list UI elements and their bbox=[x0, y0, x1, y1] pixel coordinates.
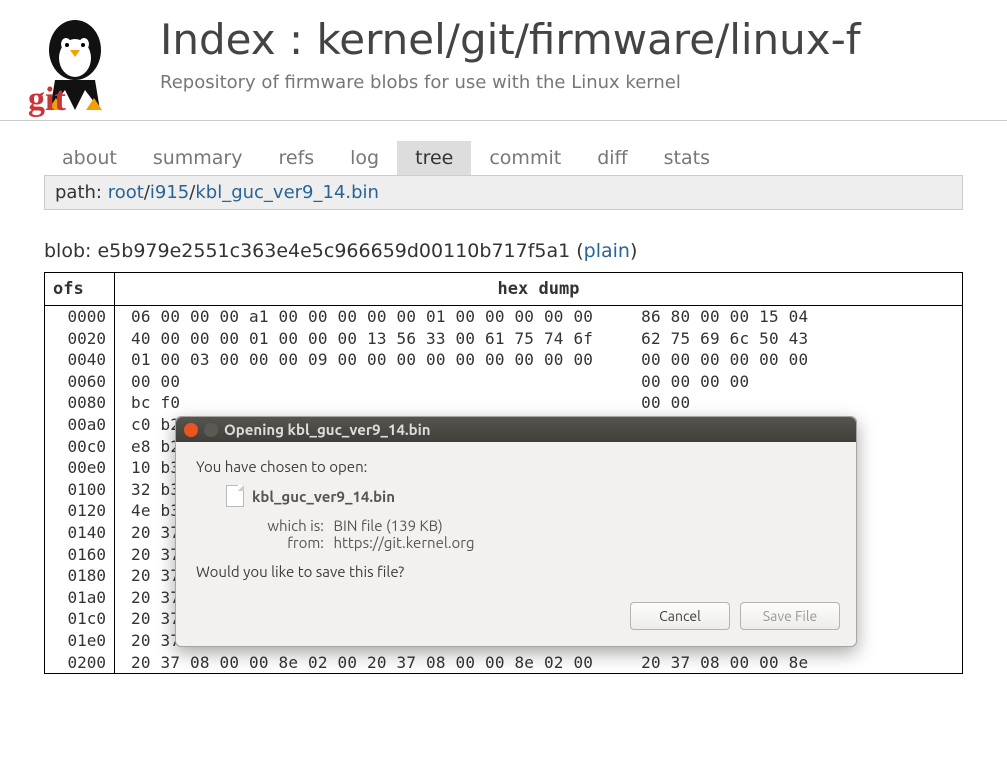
hex-offset: 01c0 bbox=[45, 608, 115, 630]
breadcrumb: path: root/i915/kbl_guc_ver9_14.bin bbox=[44, 175, 963, 210]
hex-bytes-a: bc f0 bbox=[115, 392, 601, 414]
hex-offset: 0080 bbox=[45, 392, 115, 414]
table-row: 006000 00 00 00 00 00 bbox=[45, 371, 962, 393]
hex-bytes-b: 62 75 69 6c 50 43 bbox=[601, 328, 808, 350]
save-file-button[interactable]: Save File bbox=[740, 602, 840, 630]
tab-commit[interactable]: commit bbox=[471, 141, 579, 175]
hex-bytes-b: 00 00 bbox=[601, 392, 690, 414]
git-logo: git bbox=[20, 10, 130, 120]
which-is-label: which is: bbox=[256, 517, 324, 534]
dialog-filename: kbl_guc_ver9_14.bin bbox=[252, 488, 395, 505]
col-ofs: ofs bbox=[45, 273, 115, 305]
tab-about[interactable]: about bbox=[44, 141, 135, 175]
from-value: https://git.kernel.org bbox=[333, 534, 474, 551]
hex-offset: 0200 bbox=[45, 652, 115, 674]
hex-bytes-b: 20 37 08 00 00 8e bbox=[601, 652, 808, 674]
dialog-question: Would you like to save this file? bbox=[196, 563, 836, 580]
hex-offset: 01a0 bbox=[45, 587, 115, 609]
hex-offset: 0040 bbox=[45, 349, 115, 371]
page-header: git Index : kernel/git/firmware/linux-f … bbox=[0, 0, 1007, 121]
dialog-chosen-text: You have chosen to open: bbox=[196, 458, 836, 475]
hex-bytes-b: 00 00 00 00 00 00 bbox=[601, 349, 808, 371]
tab-stats[interactable]: stats bbox=[646, 141, 728, 175]
table-row: 000006 00 00 00 a1 00 00 00 00 00 01 00 … bbox=[45, 306, 962, 328]
close-icon[interactable] bbox=[184, 423, 198, 437]
hex-offset: 0120 bbox=[45, 500, 115, 522]
hex-offset: 0180 bbox=[45, 565, 115, 587]
which-is-value: BIN file (139 KB) bbox=[333, 517, 442, 534]
hex-bytes-b: 86 80 00 00 15 04 bbox=[601, 306, 808, 328]
hex-offset: 00a0 bbox=[45, 414, 115, 436]
hex-offset: 0060 bbox=[45, 371, 115, 393]
table-row: 0080bc f0 00 00 bbox=[45, 392, 962, 414]
tab-tree[interactable]: tree bbox=[397, 141, 471, 175]
tab-diff[interactable]: diff bbox=[579, 141, 645, 175]
dialog-title-text: Opening kbl_guc_ver9_14.bin bbox=[224, 421, 431, 438]
hex-bytes-a: 40 00 00 00 01 00 00 00 13 56 33 00 61 7… bbox=[115, 328, 601, 350]
tab-log[interactable]: log bbox=[332, 141, 397, 175]
path-label: path: bbox=[55, 182, 102, 203]
table-row: 002040 00 00 00 01 00 00 00 13 56 33 00 … bbox=[45, 328, 962, 350]
path-root[interactable]: root bbox=[108, 182, 144, 203]
nav-tabs: about summary refs log tree commit diff … bbox=[0, 121, 1007, 175]
hex-offset: 0160 bbox=[45, 544, 115, 566]
blob-hash: e5b979e2551c363e4e5c966659d00110b717f5a1 bbox=[97, 240, 570, 262]
hex-offset: 00e0 bbox=[45, 457, 115, 479]
hex-bytes-b: 00 00 00 00 bbox=[601, 371, 749, 393]
svg-text:git: git bbox=[28, 81, 66, 118]
hex-offset: 00c0 bbox=[45, 436, 115, 458]
from-label: from: bbox=[256, 534, 324, 551]
hex-bytes-a: 00 00 bbox=[115, 371, 601, 393]
hex-bytes-a: 01 00 03 00 00 00 09 00 00 00 00 00 00 0… bbox=[115, 349, 601, 371]
blob-prefix: blob: bbox=[44, 240, 91, 262]
file-icon bbox=[226, 485, 244, 507]
blob-info: blob: e5b979e2551c363e4e5c966659d00110b7… bbox=[44, 240, 963, 262]
hex-offset: 0000 bbox=[45, 306, 115, 328]
table-row: 004001 00 03 00 00 00 09 00 00 00 00 00 … bbox=[45, 349, 962, 371]
tab-summary[interactable]: summary bbox=[135, 141, 261, 175]
minimize-icon[interactable] bbox=[204, 423, 218, 437]
table-row: 020020 37 08 00 00 8e 02 00 20 37 08 00 … bbox=[45, 652, 962, 674]
plain-link[interactable]: plain bbox=[584, 240, 630, 262]
hex-bytes-a: 06 00 00 00 a1 00 00 00 00 00 01 00 00 0… bbox=[115, 306, 601, 328]
tab-refs[interactable]: refs bbox=[260, 141, 332, 175]
cancel-button[interactable]: Cancel bbox=[630, 602, 730, 630]
hex-offset: 0140 bbox=[45, 522, 115, 544]
dialog-titlebar[interactable]: Opening kbl_guc_ver9_14.bin bbox=[176, 417, 856, 442]
path-i915[interactable]: i915 bbox=[150, 182, 189, 203]
col-hexdump: hex dump bbox=[115, 273, 962, 305]
hex-offset: 0100 bbox=[45, 479, 115, 501]
hex-offset: 0020 bbox=[45, 328, 115, 350]
page-title: Index : kernel/git/firmware/linux-f bbox=[160, 15, 861, 64]
hex-offset: 01e0 bbox=[45, 630, 115, 652]
hex-bytes-a: 20 37 08 00 00 8e 02 00 20 37 08 00 00 8… bbox=[115, 652, 601, 674]
download-dialog: Opening kbl_guc_ver9_14.bin You have cho… bbox=[175, 416, 857, 647]
path-file[interactable]: kbl_guc_ver9_14.bin bbox=[195, 182, 379, 203]
page-subtitle: Repository of firmware blobs for use wit… bbox=[160, 72, 861, 93]
